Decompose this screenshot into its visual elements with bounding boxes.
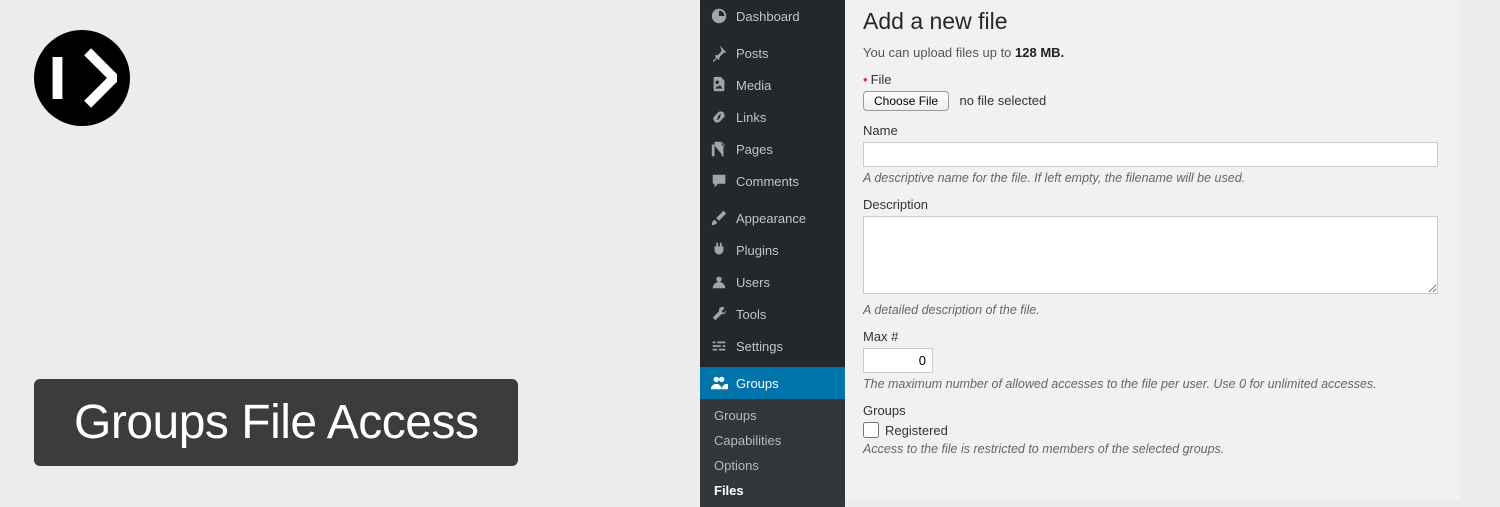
max-label: Max # bbox=[863, 329, 1442, 344]
page-heading: Add a new file bbox=[863, 8, 1442, 35]
file-label: •File bbox=[863, 72, 1442, 87]
sidebar-label: Settings bbox=[736, 339, 783, 354]
sidebar-item-comments[interactable]: Comments bbox=[700, 165, 845, 197]
sidebar-label: Groups bbox=[736, 376, 779, 391]
submenu-item-capabilities[interactable]: Capabilities bbox=[700, 428, 845, 453]
sidebar-label: Comments bbox=[736, 174, 799, 189]
sidebar-label: Media bbox=[736, 78, 771, 93]
file-selected-status: no file selected bbox=[959, 93, 1046, 108]
sidebar-label: Users bbox=[736, 275, 770, 290]
sidebar-label: Plugins bbox=[736, 243, 779, 258]
submenu-item-files[interactable]: Files bbox=[700, 478, 845, 503]
sidebar-item-links[interactable]: Links bbox=[700, 101, 845, 133]
users-icon bbox=[710, 273, 728, 291]
plug-icon bbox=[710, 241, 728, 259]
sidebar-label: Appearance bbox=[736, 211, 806, 226]
main-content: Add a new file You can upload files up t… bbox=[845, 0, 1460, 500]
comments-icon bbox=[710, 172, 728, 190]
sidebar-label: Dashboard bbox=[736, 9, 800, 24]
registered-checkbox[interactable] bbox=[863, 422, 879, 438]
sidebar-item-users[interactable]: Users bbox=[700, 266, 845, 298]
plugin-title-box: Groups File Access bbox=[34, 379, 518, 466]
submenu-item-groups[interactable]: Groups bbox=[700, 403, 845, 428]
sidebar-item-settings[interactable]: Settings bbox=[700, 330, 845, 362]
link-icon bbox=[710, 108, 728, 126]
upload-limit-note: You can upload files up to 128 MB. bbox=[863, 45, 1442, 60]
max-help: The maximum number of allowed accesses t… bbox=[863, 377, 1442, 391]
registered-option: Registered bbox=[885, 423, 948, 438]
sidebar-item-tools[interactable]: Tools bbox=[700, 298, 845, 330]
name-label: Name bbox=[863, 123, 1442, 138]
sidebar-label: Pages bbox=[736, 142, 773, 157]
name-help: A descriptive name for the file. If left… bbox=[863, 171, 1442, 185]
choose-file-button[interactable]: Choose File bbox=[863, 91, 949, 111]
current-arrow-icon bbox=[845, 375, 853, 391]
sidebar-item-plugins[interactable]: Plugins bbox=[700, 234, 845, 266]
description-label: Description bbox=[863, 197, 1442, 212]
sliders-icon bbox=[710, 337, 728, 355]
sidebar-item-dashboard[interactable]: Dashboard bbox=[700, 0, 845, 32]
sidebar-label: Tools bbox=[736, 307, 766, 322]
sidebar-label: Links bbox=[736, 110, 766, 125]
wrench-icon bbox=[710, 305, 728, 323]
description-input[interactable] bbox=[863, 216, 1438, 294]
sidebar-item-pages[interactable]: Pages bbox=[700, 133, 845, 165]
dashboard-icon bbox=[710, 7, 728, 25]
max-input[interactable] bbox=[863, 348, 933, 373]
sidebar-item-appearance[interactable]: Appearance bbox=[700, 202, 845, 234]
groups-icon bbox=[710, 374, 728, 392]
sidebar-item-media[interactable]: Media bbox=[700, 69, 845, 101]
brand-logo bbox=[34, 30, 130, 126]
pages-icon bbox=[710, 140, 728, 158]
sidebar-submenu: Groups Capabilities Options Files bbox=[700, 399, 845, 507]
groups-help: Access to the file is restricted to memb… bbox=[863, 442, 1442, 456]
admin-sidebar: Dashboard Posts Media Links Pages Comm bbox=[700, 0, 845, 500]
media-icon bbox=[710, 76, 728, 94]
pin-icon bbox=[710, 44, 728, 62]
required-marker: • bbox=[863, 72, 868, 87]
brush-icon bbox=[710, 209, 728, 227]
name-input[interactable] bbox=[863, 142, 1438, 167]
description-help: A detailed description of the file. bbox=[863, 303, 1442, 317]
sidebar-item-groups[interactable]: Groups bbox=[700, 367, 845, 399]
groups-label: Groups bbox=[863, 403, 1442, 418]
sidebar-label: Posts bbox=[736, 46, 769, 61]
plugin-title: Groups File Access bbox=[74, 395, 478, 450]
submenu-item-options[interactable]: Options bbox=[700, 453, 845, 478]
sidebar-item-posts[interactable]: Posts bbox=[700, 37, 845, 69]
